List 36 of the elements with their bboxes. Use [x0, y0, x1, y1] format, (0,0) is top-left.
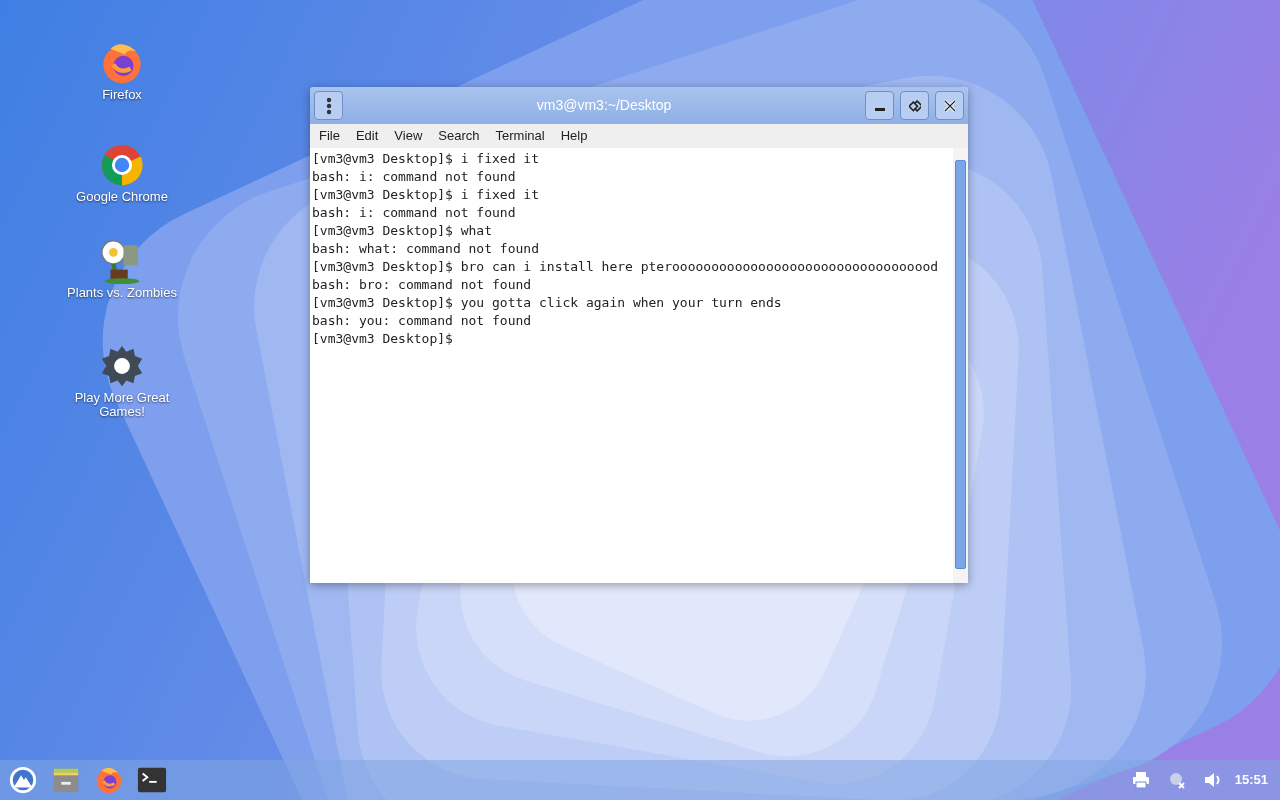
icon-label[interactable]: Firefox [102, 88, 142, 102]
scrollbar[interactable] [953, 148, 968, 583]
menu-item[interactable]: Help [552, 126, 596, 146]
fox-globe-icon [94, 765, 124, 795]
clock: 15:51 [1234, 771, 1268, 790]
icon-label[interactable]: Google Chrome [76, 190, 168, 204]
menu-item[interactable]: Edit [347, 126, 387, 146]
terminal-line: bash: you: command not found [312, 312, 533, 330]
restore-icon [908, 99, 921, 112]
chrome-icon[interactable] [99, 142, 145, 188]
terminal-line: [vm3@vm3 Desktop]$ i fixed it [312, 186, 540, 204]
scrollbar-thumb[interactable] [955, 160, 966, 569]
menu-item[interactable]: Search [430, 126, 488, 146]
terminal-line: [vm3@vm3 Desktop]$ i fixed it [312, 150, 540, 168]
restore-button[interactable] [900, 91, 929, 120]
terminal-line: [vm3@vm3 Desktop]$ [312, 330, 454, 348]
terminal-line: bash: bro: command not found [312, 276, 533, 294]
mountain-icon [8, 765, 38, 795]
minimize-button[interactable] [865, 91, 894, 120]
terminal-line: [vm3@vm3 Desktop]$ you gotta click again when your turn ends [312, 294, 783, 312]
terminal-line: [vm3@vm3 Desktop]$ bro can i install here pteroooooooooooooooooooooooooooooooood [312, 258, 940, 276]
menu-item[interactable]: View [386, 126, 431, 146]
menu-button[interactable] [314, 91, 343, 120]
window-title: vm3@vm3:~/Desktop [535, 96, 673, 115]
close-icon [943, 99, 956, 112]
terminal-line: bash: i: command not found [312, 204, 517, 222]
terminal-line: bash: what: command not found [312, 240, 540, 258]
menu-item[interactable]: File [311, 126, 348, 146]
icon-label[interactable]: Play More Great Games! [67, 391, 177, 419]
menu-item[interactable]: Terminal [487, 126, 553, 146]
close-button[interactable] [935, 91, 964, 120]
kebab-icon [325, 96, 332, 115]
printer-icon[interactable] [1130, 770, 1151, 790]
terminal-line: bash: i: command not found [312, 168, 517, 186]
terminal-line: [vm3@vm3 Desktop]$ what [312, 222, 493, 240]
minimize-icon [874, 107, 885, 111]
